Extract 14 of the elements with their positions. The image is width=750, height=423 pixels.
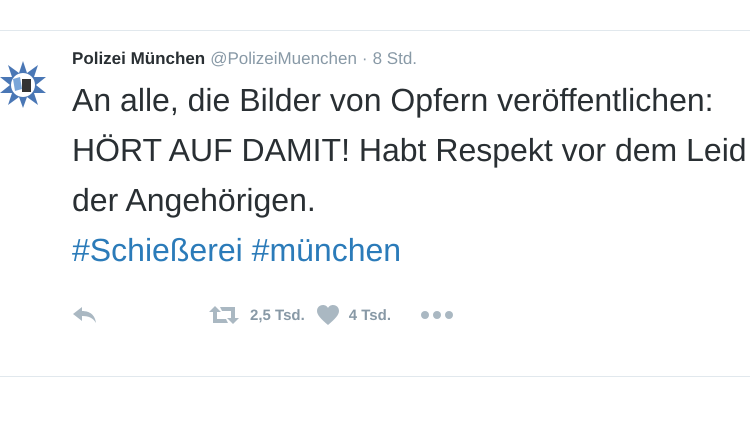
author-name[interactable]: Polizei München xyxy=(72,49,206,69)
like-count: 4 Tsd. xyxy=(348,306,391,324)
author-handle[interactable]: @PolizeiMuenchen xyxy=(210,49,357,69)
hashtag-link[interactable]: #münchen xyxy=(252,232,402,268)
separator-dot: · xyxy=(362,49,368,69)
more-icon[interactable] xyxy=(420,311,453,319)
retweet-icon[interactable] xyxy=(208,306,240,324)
retweet-count: 2,5 Tsd. xyxy=(250,306,305,324)
tweet-text: An alle, die Bilder von Opfern veröffentlichen: HÖRT AUF DAMIT! Habt Respekt vor dem Leid der Angehörigen. #Schießerei #münchen xyxy=(72,81,748,270)
reply-icon[interactable] xyxy=(72,306,98,324)
heart-icon[interactable] xyxy=(316,305,339,325)
tweet-time[interactable]: 8 Std. xyxy=(372,49,418,69)
police-star-icon[interactable] xyxy=(0,59,48,109)
hashtag-link[interactable]: #Schießerei xyxy=(72,232,243,268)
